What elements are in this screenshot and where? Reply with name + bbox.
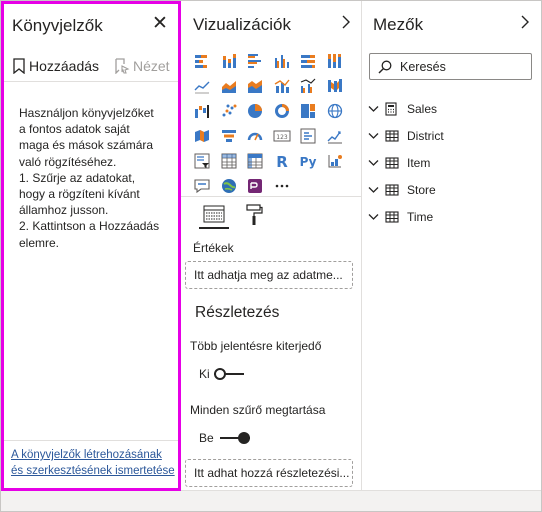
field-table-item[interactable]: Item — [368, 153, 430, 173]
clustered-bar-icon[interactable] — [242, 48, 269, 73]
field-table-district[interactable]: District — [368, 126, 444, 146]
slicer-icon[interactable] — [189, 148, 216, 173]
clustered-column-icon[interactable] — [269, 48, 296, 73]
fields-title: Mezők — [373, 15, 424, 34]
bookmarks-help-link[interactable]: A könyvjelzők létrehozásának és szerkesz… — [11, 447, 176, 479]
chevron-down-icon — [368, 159, 380, 167]
gauge-icon[interactable] — [242, 123, 269, 148]
field-table-label: Item — [407, 156, 431, 170]
chevron-down-icon — [368, 213, 380, 221]
bottom-strip — [1, 490, 541, 511]
ribbon-chart-icon[interactable] — [322, 73, 349, 98]
drillthrough-well[interactable]: Itt adhat hozzá részletezési... — [185, 459, 353, 487]
table-icon — [385, 211, 399, 223]
kpi-icon[interactable] — [322, 123, 349, 148]
line-column-icon[interactable] — [269, 73, 296, 98]
scatter-icon[interactable] — [216, 98, 243, 123]
fields-tab-icon[interactable] — [199, 201, 229, 229]
chevron-down-icon — [368, 132, 380, 140]
chevron-down-icon — [368, 105, 380, 113]
table-icon — [385, 184, 399, 196]
area-chart-icon[interactable] — [216, 73, 243, 98]
svg-text:123: 123 — [276, 134, 288, 141]
cross-report-toggle[interactable]: Ki — [199, 367, 244, 381]
stacked-area-icon[interactable] — [242, 73, 269, 98]
visualizations-divider — [181, 196, 362, 197]
keep-filters-state: Be — [199, 431, 214, 445]
multi-row-card-icon[interactable] — [295, 123, 322, 148]
chevron-down-icon — [368, 186, 380, 194]
donut-icon[interactable] — [269, 98, 296, 123]
visualizations-pane: Vizualizációk 123 R Py Értékek Itt adhat… — [181, 1, 362, 490]
bookmarks-pane: Könyvjelzők ✕ Hozzáadás Nézet Használjon… — [1, 1, 181, 491]
100-stacked-bar-icon[interactable] — [295, 48, 322, 73]
funnel-icon[interactable] — [216, 123, 243, 148]
drillthrough-title: Részletezés — [195, 304, 280, 321]
line-chart-icon[interactable] — [189, 73, 216, 98]
fields-search-input[interactable]: Keresés — [369, 53, 532, 80]
view-bookmark-label: Nézet — [133, 58, 170, 74]
chevron-right-icon[interactable] — [520, 15, 530, 34]
bookmarks-help-text: Használjon könyvjelzőket a fontos adatok… — [19, 106, 160, 250]
cross-report-label: Több jelentésre kiterjedő — [190, 339, 322, 353]
bookmark-view-icon — [115, 58, 130, 74]
toggle-off-icon[interactable] — [213, 368, 244, 380]
matrix-icon[interactable] — [242, 148, 269, 173]
field-table-label: Store — [407, 183, 436, 197]
keep-filters-toggle[interactable]: Be — [199, 431, 250, 445]
map-icon[interactable] — [322, 98, 349, 123]
field-table-label: District — [407, 129, 444, 143]
visual-gallery: 123 R Py — [189, 48, 359, 198]
stacked-column-icon[interactable] — [216, 48, 243, 73]
visualizations-tabs — [199, 201, 359, 231]
values-label: Értékek — [193, 241, 234, 255]
treemap-icon[interactable] — [295, 98, 322, 123]
stacked-bar-icon[interactable] — [189, 48, 216, 73]
field-table-store[interactable]: Store — [368, 180, 436, 200]
arcgis-icon[interactable] — [216, 173, 243, 198]
bookmark-add-icon — [13, 58, 25, 74]
search-icon — [378, 60, 392, 74]
table-icon — [385, 130, 399, 142]
bookmarks-footer-divider — [4, 440, 178, 441]
calculator-icon — [385, 102, 399, 116]
field-table-time[interactable]: Time — [368, 207, 433, 227]
100-stacked-column-icon[interactable] — [322, 48, 349, 73]
cross-report-state: Ki — [199, 367, 210, 381]
key-influencers-icon[interactable] — [322, 148, 349, 173]
search-placeholder: Keresés — [400, 59, 446, 74]
bookmarks-title: Könyvjelzők — [12, 16, 103, 35]
qa-icon[interactable] — [189, 173, 216, 198]
values-well[interactable]: Itt adhatja meg az adatme... — [185, 261, 353, 289]
table-icon — [385, 157, 399, 169]
bookmarks-toolbar: Hozzáadás Nézet — [4, 52, 178, 82]
svg-text:Py: Py — [300, 155, 317, 169]
close-icon[interactable]: ✕ — [150, 14, 170, 34]
field-table-label: Sales — [407, 102, 438, 116]
more-visuals-icon[interactable] — [269, 173, 296, 198]
r-visual-icon[interactable]: R — [269, 148, 296, 173]
power-apps-icon[interactable] — [242, 173, 269, 198]
keep-filters-label: Minden szűrő megtartása — [190, 403, 326, 417]
filled-map-icon[interactable] — [189, 123, 216, 148]
add-bookmark-button[interactable]: Hozzáadás — [12, 58, 99, 74]
table-icon[interactable] — [216, 148, 243, 173]
field-table-sales[interactable]: Sales — [368, 99, 437, 119]
card-icon[interactable]: 123 — [269, 123, 296, 148]
pie-icon[interactable] — [242, 98, 269, 123]
line-clustered-column-icon[interactable] — [295, 73, 322, 98]
add-bookmark-label: Hozzáadás — [29, 58, 100, 74]
fields-pane: Mezők Keresés Sales District Item Store … — [362, 1, 541, 490]
toggle-on-icon[interactable] — [219, 432, 250, 444]
visualizations-title: Vizualizációk — [193, 15, 291, 34]
chevron-right-icon[interactable] — [341, 15, 351, 34]
python-visual-icon[interactable]: Py — [295, 148, 322, 173]
field-table-label: Time — [407, 210, 434, 224]
view-bookmark-button[interactable]: Nézet — [114, 58, 170, 74]
svg-text:R: R — [276, 153, 288, 169]
paint-roller-icon[interactable] — [239, 201, 269, 229]
waterfall-icon[interactable] — [189, 98, 216, 123]
